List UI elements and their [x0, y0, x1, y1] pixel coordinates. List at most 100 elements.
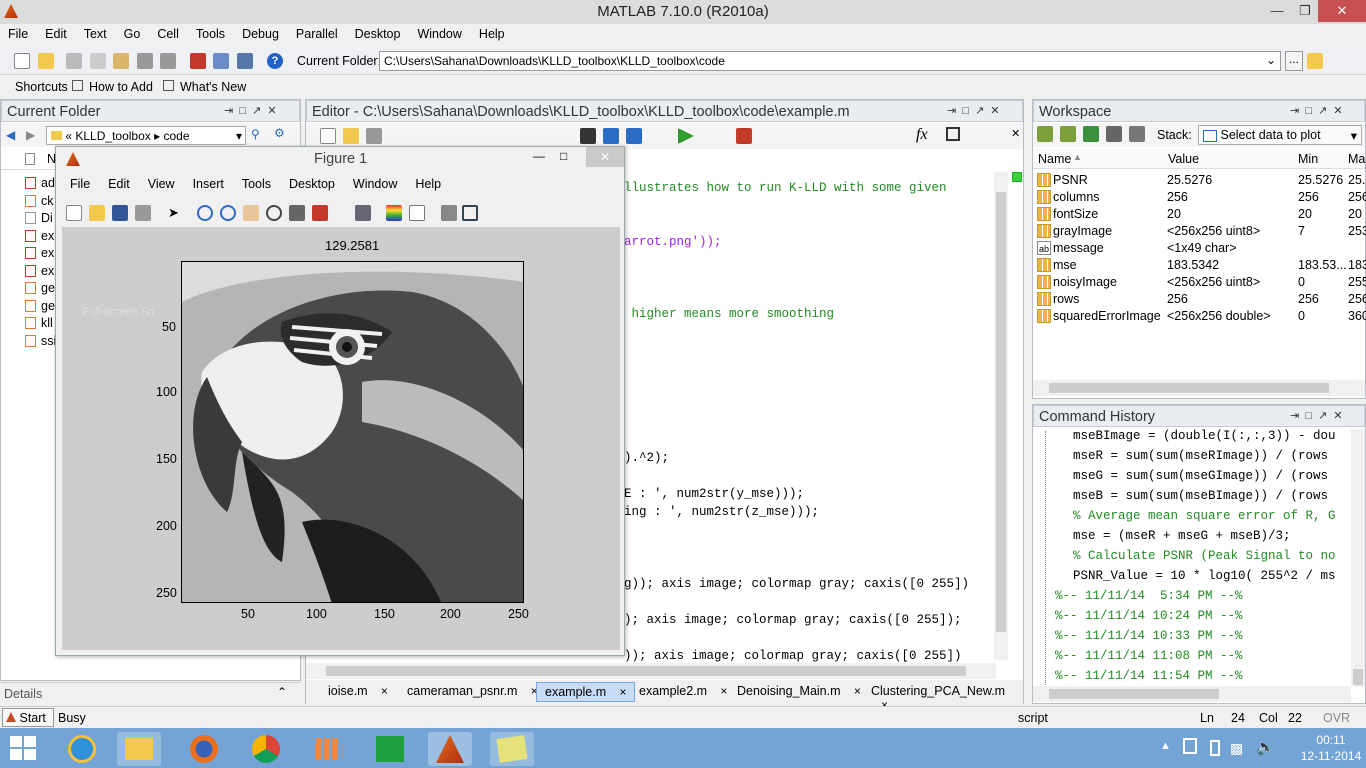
up-folder-icon[interactable]	[1307, 53, 1323, 69]
figure-menu-item[interactable]: Edit	[100, 177, 140, 191]
network-icon[interactable]: ▩	[1230, 740, 1243, 757]
back-icon[interactable]: ◀	[6, 128, 15, 142]
code-line[interactable]: E : ', num2str(y_mse)));	[624, 487, 804, 501]
menu-desktop[interactable]: Desktop	[347, 24, 410, 41]
close-button[interactable]: ✕	[586, 147, 624, 167]
code-line[interactable]: ).^2);	[624, 451, 669, 465]
clear-breakpoints-icon[interactable]	[736, 128, 752, 144]
column-max[interactable]: Ma	[1348, 152, 1365, 166]
save-icon[interactable]	[366, 128, 382, 144]
help-icon[interactable]: ?	[267, 53, 283, 69]
sticky-notes-icon[interactable]	[490, 732, 534, 766]
pointer-icon[interactable]: ➤	[168, 205, 184, 221]
gear-icon[interactable]: ⚙	[274, 126, 285, 140]
close-tab-icon[interactable]: ×	[378, 684, 388, 698]
folder-path-box[interactable]: « KLLD_toolbox ▸ code ▾	[46, 126, 246, 145]
history-line[interactable]: mseB = sum(sum(mseBImage)) / (rows	[1073, 489, 1328, 503]
code-analyzer-indicator[interactable]	[1012, 172, 1022, 182]
window-layout-icon[interactable]	[946, 127, 960, 141]
figure-menu-item[interactable]: File	[62, 177, 100, 191]
workspace-row[interactable]: fontSize 20 20 20	[1033, 206, 1365, 223]
editor-tab[interactable]: ioise.m ×	[320, 682, 396, 702]
code-line[interactable]: arrot.png'));	[624, 235, 722, 249]
figure-menu-item[interactable]: View	[140, 177, 185, 191]
close-button[interactable]: ✕	[1318, 0, 1366, 22]
colorbar-icon[interactable]	[386, 205, 402, 221]
hscroll-thumb[interactable]	[1049, 383, 1329, 393]
history-line[interactable]: %-- 11/11/14 5:34 PM --%	[1055, 589, 1243, 603]
delete-icon[interactable]	[1129, 126, 1145, 142]
figure-menu-item[interactable]: Desktop	[281, 177, 345, 191]
start-button[interactable]: Start	[2, 708, 54, 727]
details-bar[interactable]: Details ⌃	[1, 682, 300, 704]
figure-menu-item[interactable]: Insert	[185, 177, 234, 191]
zoom-out-icon[interactable]	[220, 205, 236, 221]
menu-text[interactable]: Text	[76, 24, 116, 41]
forward-icon[interactable]: ▶	[26, 128, 35, 142]
open-folder-icon[interactable]	[38, 53, 54, 69]
save-workspace-icon[interactable]	[1106, 126, 1122, 142]
close-tab-icon[interactable]: ×	[851, 684, 861, 698]
menu-window[interactable]: Window	[409, 24, 470, 41]
workspace-row[interactable]: PSNR 25.5276 25.5276 25.5	[1033, 172, 1366, 189]
history-line[interactable]: mseG = sum(sum(mseGImage)) / (rows	[1073, 469, 1328, 483]
column-min[interactable]: Min	[1298, 152, 1318, 166]
history-line[interactable]: % Calculate PSNR (Peak Signal to no	[1073, 549, 1336, 563]
open-folder-icon[interactable]	[89, 205, 105, 221]
editor-tab[interactable]: Denoising_Main.m ×	[729, 682, 869, 702]
workspace-row[interactable]: grayImage <256x256 uint8> 7 253	[1033, 223, 1366, 240]
windows-start-icon[interactable]	[10, 736, 36, 760]
menu-debug[interactable]: Debug	[234, 24, 288, 41]
current-folder-input[interactable]: C:\Users\Sahana\Downloads\KLLD_toolbox\K…	[379, 51, 1281, 71]
pan-icon[interactable]	[243, 205, 259, 221]
history-line[interactable]: mseR = sum(sum(mseRImage)) / (rows	[1073, 449, 1328, 463]
menu-help[interactable]: Help	[471, 24, 514, 41]
figure-menu-item[interactable]: Window	[345, 177, 407, 191]
chrome-icon[interactable]	[244, 732, 288, 766]
file-explorer-icon[interactable]	[117, 732, 161, 766]
copy-icon[interactable]	[90, 53, 106, 69]
menu-tools[interactable]: Tools	[188, 24, 234, 41]
find-icon[interactable]	[580, 128, 596, 144]
code-line[interactable]: g)); axis image; colormap gray; caxis([0…	[624, 577, 969, 591]
history-line[interactable]: mse = (mseR + mseG + mseB)/3;	[1073, 529, 1291, 543]
history-line[interactable]: %-- 11/11/14 11:54 PM --%	[1055, 669, 1243, 683]
store-icon[interactable]	[368, 732, 412, 766]
workspace-row[interactable]: ab message <1x49 char>	[1033, 240, 1365, 257]
menu-file[interactable]: File	[0, 24, 37, 41]
maximize-button[interactable]: ❐	[1290, 0, 1320, 22]
whats-new-link[interactable]: What's New	[180, 80, 246, 94]
editor-tab[interactable]: example2.m ×	[631, 682, 735, 702]
scrollbar-thumb[interactable]	[996, 192, 1006, 632]
redo-icon[interactable]	[160, 53, 176, 69]
menu-edit[interactable]: Edit	[37, 24, 76, 41]
firefox-icon[interactable]	[182, 732, 226, 766]
panel-controls[interactable]: ⇥ □ ↗ ✕	[1290, 409, 1343, 422]
panel-controls[interactable]: ⇥ □ ↗ ✕	[1290, 104, 1343, 117]
editor-tab[interactable]: example.m ×	[536, 682, 636, 702]
column-name[interactable]: Name	[1038, 152, 1071, 166]
scrollbar-thumb[interactable]	[1353, 669, 1363, 685]
cut-icon[interactable]	[66, 53, 82, 69]
battery-icon[interactable]	[1210, 740, 1220, 756]
history-line[interactable]: % Average mean square error of R, G	[1073, 509, 1336, 523]
browse-button[interactable]: ...	[1285, 51, 1303, 71]
history-line[interactable]: %-- 11/11/14 11:08 PM --%	[1055, 649, 1243, 663]
hscroll-thumb[interactable]	[1049, 689, 1219, 699]
open-folder-icon[interactable]	[343, 128, 359, 144]
brush-icon[interactable]	[312, 205, 328, 221]
panel-controls[interactable]: ⇥ □ ↗ ✕	[224, 104, 277, 117]
shortcuts-label[interactable]: Shortcuts	[15, 80, 68, 94]
zoom-in-icon[interactable]	[197, 205, 213, 221]
rotate-icon[interactable]	[266, 205, 282, 221]
figure-menu-item[interactable]: Tools	[234, 177, 281, 191]
close-tab-icon[interactable]: ×	[717, 684, 727, 698]
save-icon[interactable]	[112, 205, 128, 221]
minimize-button[interactable]: —	[1262, 0, 1292, 22]
matlab-taskbar-icon[interactable]	[428, 732, 472, 766]
fx-button[interactable]: fx	[916, 126, 928, 144]
figure-menu-item[interactable]: Help	[407, 177, 451, 191]
editor-tab[interactable]: cameraman_psnr.m ×	[399, 682, 546, 702]
parrot-image[interactable]	[181, 261, 524, 603]
menu-parallel[interactable]: Parallel	[288, 24, 347, 41]
